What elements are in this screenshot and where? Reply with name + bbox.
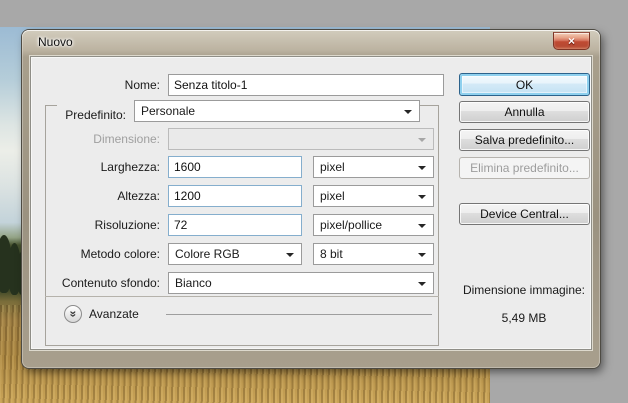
width-label: Larghezza: bbox=[100, 160, 160, 174]
screen: Nuovo × Nome: Predefinito: Personale Dim… bbox=[0, 0, 628, 403]
dropdown-arrow-icon bbox=[418, 282, 426, 286]
size-combo bbox=[168, 128, 434, 150]
color-mode-combo[interactable]: Colore RGB bbox=[168, 243, 302, 265]
resolution-input[interactable] bbox=[168, 214, 302, 236]
color-mode-value: Colore RGB bbox=[175, 247, 240, 261]
dropdown-arrow-icon bbox=[286, 253, 294, 257]
new-document-dialog: Nuovo × Nome: Predefinito: Personale Dim… bbox=[22, 30, 600, 368]
height-label: Altezza: bbox=[117, 189, 160, 203]
background-contents-combo[interactable]: Bianco bbox=[168, 272, 434, 294]
bit-depth-value: 8 bit bbox=[320, 247, 343, 261]
height-input[interactable] bbox=[168, 185, 302, 207]
resolution-label: Risoluzione: bbox=[94, 218, 160, 232]
background-contents-label: Contenuto sfondo: bbox=[61, 276, 160, 290]
height-unit-combo[interactable]: pixel bbox=[313, 185, 434, 207]
advanced-label: Avanzate bbox=[89, 307, 139, 321]
delete-preset-button: Elimina predefinito... bbox=[459, 157, 590, 179]
image-size-label: Dimensione immagine: bbox=[462, 283, 586, 297]
dropdown-arrow-icon bbox=[418, 166, 426, 170]
ok-button[interactable]: OK bbox=[459, 73, 590, 96]
close-button[interactable]: × bbox=[553, 32, 590, 50]
preset-value: Personale bbox=[141, 104, 196, 118]
bit-depth-combo[interactable]: 8 bit bbox=[313, 243, 434, 265]
height-unit-value: pixel bbox=[320, 189, 345, 203]
resolution-unit-combo[interactable]: pixel/pollice bbox=[313, 214, 434, 236]
save-preset-button[interactable]: Salva predefinito... bbox=[459, 129, 590, 151]
chevron-double-down-icon: » bbox=[66, 310, 80, 317]
preset-label: Predefinito: bbox=[65, 108, 126, 122]
background-contents-value: Bianco bbox=[175, 276, 212, 290]
dialog-titlebar[interactable]: Nuovo × bbox=[22, 30, 600, 56]
dialog-title: Nuovo bbox=[38, 35, 73, 49]
image-size-value: 5,49 MB bbox=[501, 311, 547, 325]
dropdown-arrow-icon bbox=[404, 110, 412, 114]
dropdown-arrow-icon bbox=[418, 253, 426, 257]
width-unit-combo[interactable]: pixel bbox=[313, 156, 434, 178]
width-unit-value: pixel bbox=[320, 160, 345, 174]
advanced-toggle-button[interactable]: » bbox=[64, 305, 82, 323]
fields-advanced-separator bbox=[45, 296, 439, 297]
width-input[interactable] bbox=[168, 156, 302, 178]
dropdown-arrow-icon bbox=[418, 224, 426, 228]
close-icon: × bbox=[567, 34, 575, 48]
preset-combo[interactable]: Personale bbox=[134, 100, 420, 122]
color-mode-label: Metodo colore: bbox=[80, 247, 160, 261]
device-central-button[interactable]: Device Central... bbox=[459, 203, 590, 225]
advanced-rule bbox=[166, 314, 432, 315]
dropdown-arrow-icon bbox=[418, 195, 426, 199]
size-label: Dimensione: bbox=[93, 132, 160, 146]
name-label: Nome: bbox=[124, 78, 160, 92]
resolution-unit-value: pixel/pollice bbox=[320, 218, 383, 232]
dialog-client-area: Nome: Predefinito: Personale Dimensione:… bbox=[30, 56, 592, 350]
name-input[interactable] bbox=[168, 74, 444, 96]
cancel-button[interactable]: Annulla bbox=[459, 101, 590, 123]
dropdown-arrow-icon bbox=[418, 138, 426, 142]
